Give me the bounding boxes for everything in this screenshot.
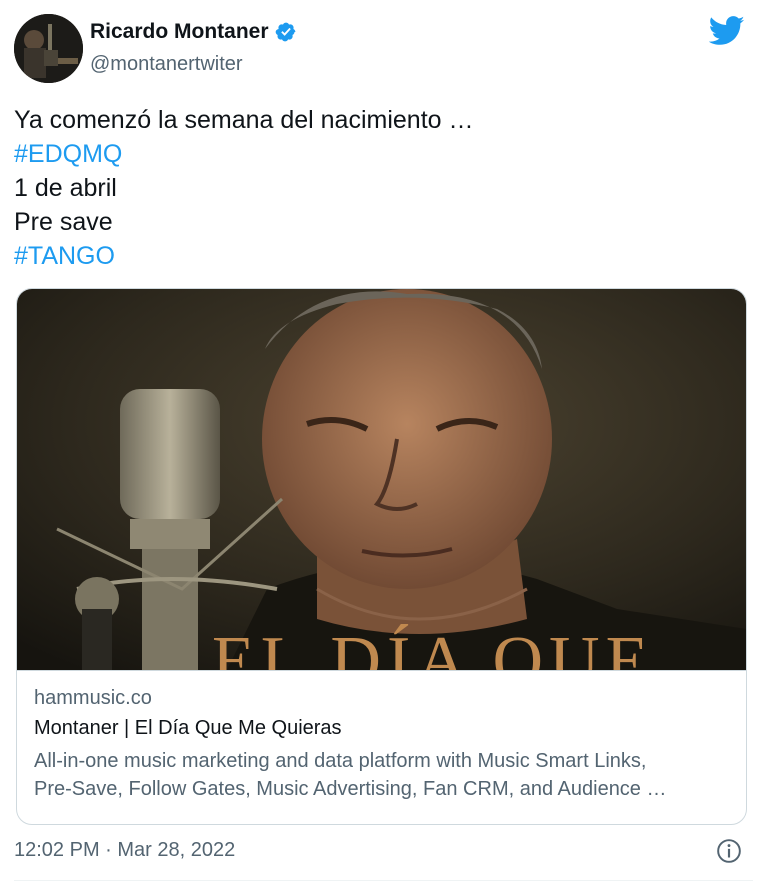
- info-icon[interactable]: [716, 838, 742, 864]
- divider: [14, 880, 753, 881]
- tweet-line: 1 de abril: [14, 174, 117, 202]
- avatar[interactable]: [14, 14, 83, 83]
- card-image-overlay-text: EL DÍA QUE: [212, 623, 654, 670]
- verified-badge-icon: [275, 22, 295, 42]
- card-description-line: All-in-one music marketing and data plat…: [34, 750, 647, 772]
- twitter-bird-icon[interactable]: [709, 16, 745, 46]
- card-domain: hammusic.co: [34, 687, 152, 709]
- card-title[interactable]: Montaner | El Día Que Me Quieras: [34, 717, 342, 740]
- card-image[interactable]: EL DÍA QUE: [17, 289, 746, 670]
- author-display-name[interactable]: Ricardo Montaner: [90, 20, 269, 44]
- card-description-line: Pre-Save, Follow Gates, Music Advertisin…: [34, 778, 667, 800]
- hashtag-link[interactable]: #TANGO: [14, 239, 474, 273]
- tweet-text: Ya comenzó la semana del nacimiento … #E…: [14, 103, 474, 273]
- author-name-row[interactable]: Ricardo Montaner: [90, 20, 297, 44]
- author-handle[interactable]: @montanertwiter: [90, 53, 243, 76]
- tweet-line: Ya comenzó la semana del nacimiento …: [14, 106, 474, 134]
- avatar-image: [14, 14, 83, 83]
- card-meta[interactable]: hammusic.co Montaner | El Día Que Me Qui…: [17, 670, 746, 824]
- link-preview-card[interactable]: EL DÍA QUE hammusic.co Montaner | El Día…: [16, 288, 747, 825]
- tweet-line: Pre save: [14, 208, 113, 236]
- hashtag-link[interactable]: #EDQMQ: [14, 137, 474, 171]
- card-description: All-in-one music marketing and data plat…: [34, 747, 734, 803]
- tweet-timestamp[interactable]: 12:02 PM · Mar 28, 2022: [14, 839, 235, 862]
